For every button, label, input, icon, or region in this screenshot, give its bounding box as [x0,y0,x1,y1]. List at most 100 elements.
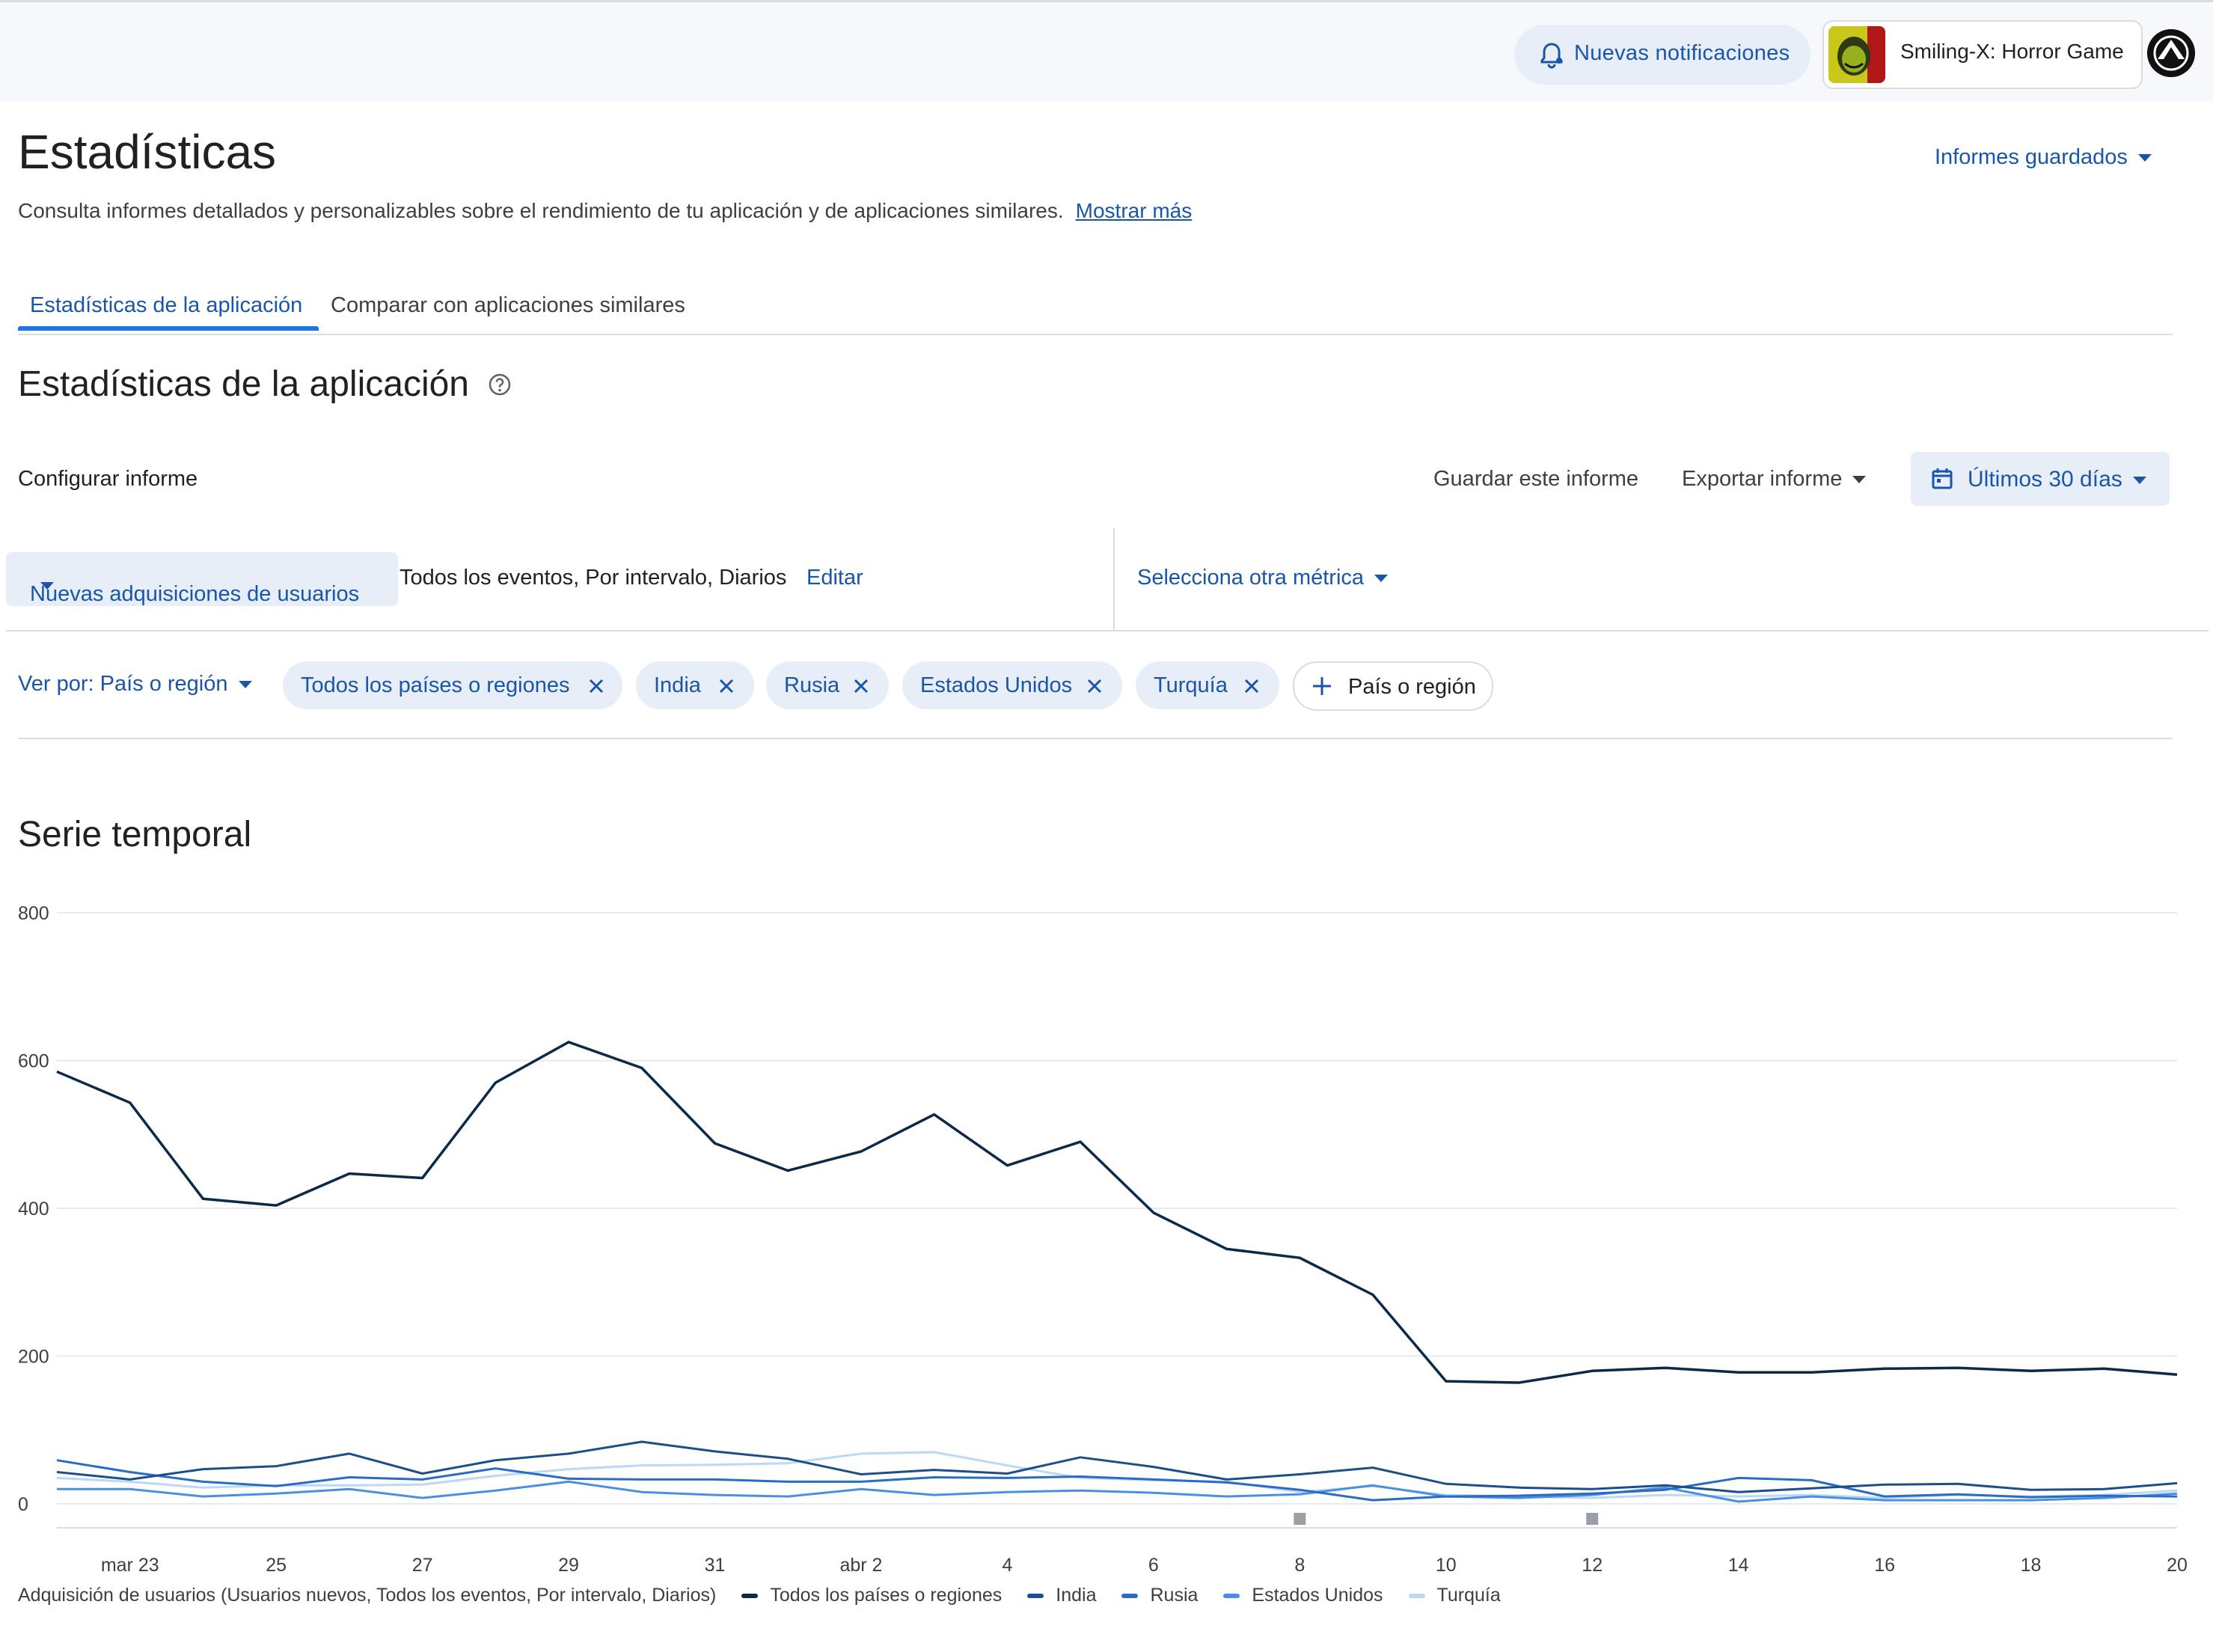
y-tick-label: 400 [18,1199,49,1220]
time-series-chart: 0 200 400 600 800 mar 23 25 27 29 31 abr 2 4 6 8 10 12 1… [18,903,2188,1571]
filter-chip-label: Turquía [1154,673,1228,697]
add-country-chip[interactable]: País o región [1293,661,1493,711]
export-report-dropdown[interactable]: Exportar informe [1682,467,1867,492]
plus-icon [1313,677,1331,695]
x-tick-label: 12 [1582,1555,1603,1571]
close-icon[interactable] [853,678,869,694]
x-tick-label: 29 [558,1555,579,1571]
close-icon[interactable] [1086,678,1103,694]
add-country-label: País o región [1348,675,1476,699]
x-tick-label: mar 23 [101,1555,159,1571]
y-tick-label: 0 [18,1494,28,1515]
filter-chip-india[interactable]: India [636,661,754,709]
x-tick-label: abr 2 [839,1555,882,1571]
account-avatar[interactable] [2147,29,2195,77]
legend-swatch [1408,1593,1425,1598]
x-tick-label: 8 [1294,1555,1305,1571]
x-tick-label: 20 [2167,1555,2188,1571]
legend-title: Adquisición de usuarios (Usuarios nuevos… [18,1585,717,1606]
filter-chip-label: Todos los países o regiones [301,673,570,697]
metric-divider [1113,528,1115,630]
legend-swatch [1121,1593,1139,1598]
tab-app-statistics[interactable]: Estadísticas de la aplicación [30,293,302,318]
y-tick-label: 200 [18,1347,49,1368]
x-tick-label: 10 [1436,1555,1457,1571]
help-icon[interactable] [488,373,512,397]
legend-swatch [1027,1593,1044,1598]
app-icon [1828,26,1885,83]
chevron-down-icon [40,582,54,590]
view-by-dropdown[interactable]: Ver por: País o región [18,672,252,697]
filter-chip-label: India [654,673,701,697]
app-name: Smiling-X: Horror Game [1900,40,2124,63]
save-report-button[interactable]: Guardar este informe [1433,467,1638,492]
notifications-button[interactable]: Nuevas notificaciones [1514,25,1811,85]
legend-item[interactable]: Turquía [1408,1585,1501,1606]
y-tick-label: 600 [18,1051,49,1072]
legend-item[interactable]: India [1027,1585,1096,1606]
metric-description: Todos los eventos, Por intervalo, Diario… [400,566,787,590]
x-tick-label: 4 [1002,1555,1012,1571]
filter-chip-russia[interactable]: Rusia [766,661,889,709]
chevron-down-icon [1852,476,1867,484]
show-more-link[interactable]: Mostrar más [1076,199,1193,222]
x-tick-label: 14 [1728,1555,1749,1571]
divider [18,738,2173,739]
x-tick-label: 31 [705,1555,726,1571]
series-line[interactable] [56,1041,2178,1384]
metric-selected-text: Nuevas adquisiciones de usuarios [30,582,360,606]
date-range-text: Últimos 30 días [1968,467,2122,492]
select-other-metric-dropdown[interactable]: Selecciona otra métrica [1137,566,1389,590]
legend-label: India [1056,1585,1097,1606]
filter-chip-united-states[interactable]: Estados Unidos [902,661,1122,709]
page-subtitle: Consulta informes detallados y personali… [18,199,1192,223]
calendar-icon [1932,468,1953,489]
date-range-label: Últimos 30 días [1968,467,2146,492]
x-tick-label: 18 [2021,1555,2042,1571]
close-icon[interactable] [718,678,735,694]
bell-icon [1540,43,1563,69]
legend-swatch [741,1593,759,1598]
export-report-label: Exportar informe [1682,467,1843,491]
x-tick-label: 16 [1874,1555,1895,1571]
saved-reports-label: Informes guardados [1935,145,2128,169]
chevron-down-icon [2132,477,2146,485]
close-icon[interactable] [588,678,604,694]
other-metric-label: Selecciona otra métrica [1137,566,1365,590]
metric-selector[interactable]: Nuevas adquisiciones de usuarios [6,552,398,606]
tab-compare-similar-apps[interactable]: Comparar con aplicaciones similares [331,293,685,318]
page-title: Estadísticas [18,125,277,179]
saved-reports-dropdown[interactable]: Informes guardados [1935,145,2152,170]
legend-label: Todos los países o regiones [770,1585,1003,1606]
chart-title: Serie temporal [18,815,252,854]
legend-label: Estados Unidos [1252,1585,1383,1606]
filter-chip-turkey[interactable]: Turquía [1136,661,1279,709]
app-selector[interactable]: Smiling-X: Horror Game [1822,20,2143,89]
legend-item[interactable]: Todos los países o regiones [741,1585,1002,1606]
legend-label: Rusia [1150,1585,1199,1606]
filter-chip-label: Estados Unidos [920,673,1073,697]
notifications-label: Nuevas notificaciones [1574,41,1790,65]
filter-chip-all-countries[interactable]: Todos los países o regiones [283,661,622,709]
legend-item[interactable]: Rusia [1121,1585,1198,1606]
chevron-down-icon [2137,154,2152,162]
chart-legend: Adquisición de usuarios (Usuarios nuevos… [18,1585,1501,1606]
annotation-marker[interactable] [1586,1513,1599,1525]
legend-swatch [1223,1593,1240,1598]
tabs-divider [18,334,2173,335]
x-tick-label: 25 [266,1555,287,1571]
configure-report-label: Configurar informe [18,467,198,491]
top-bar: Nuevas notificaciones Smiling-X: Horror … [0,0,2213,101]
divider [6,630,2209,631]
subtitle-text: Consulta informes detallados y personali… [18,199,1064,222]
legend-item[interactable]: Estados Unidos [1223,1585,1383,1606]
y-tick-label: 800 [18,903,49,924]
date-range-button[interactable]: Últimos 30 días [1911,452,2170,506]
active-tab-indicator [18,326,319,331]
close-icon[interactable] [1243,678,1260,694]
section-title: Estadísticas de la aplicación [18,364,469,404]
x-tick-label: 6 [1148,1555,1159,1571]
edit-metric-link[interactable]: Editar [806,566,863,590]
annotation-marker[interactable] [1294,1513,1306,1525]
chevron-down-icon [1374,575,1389,583]
